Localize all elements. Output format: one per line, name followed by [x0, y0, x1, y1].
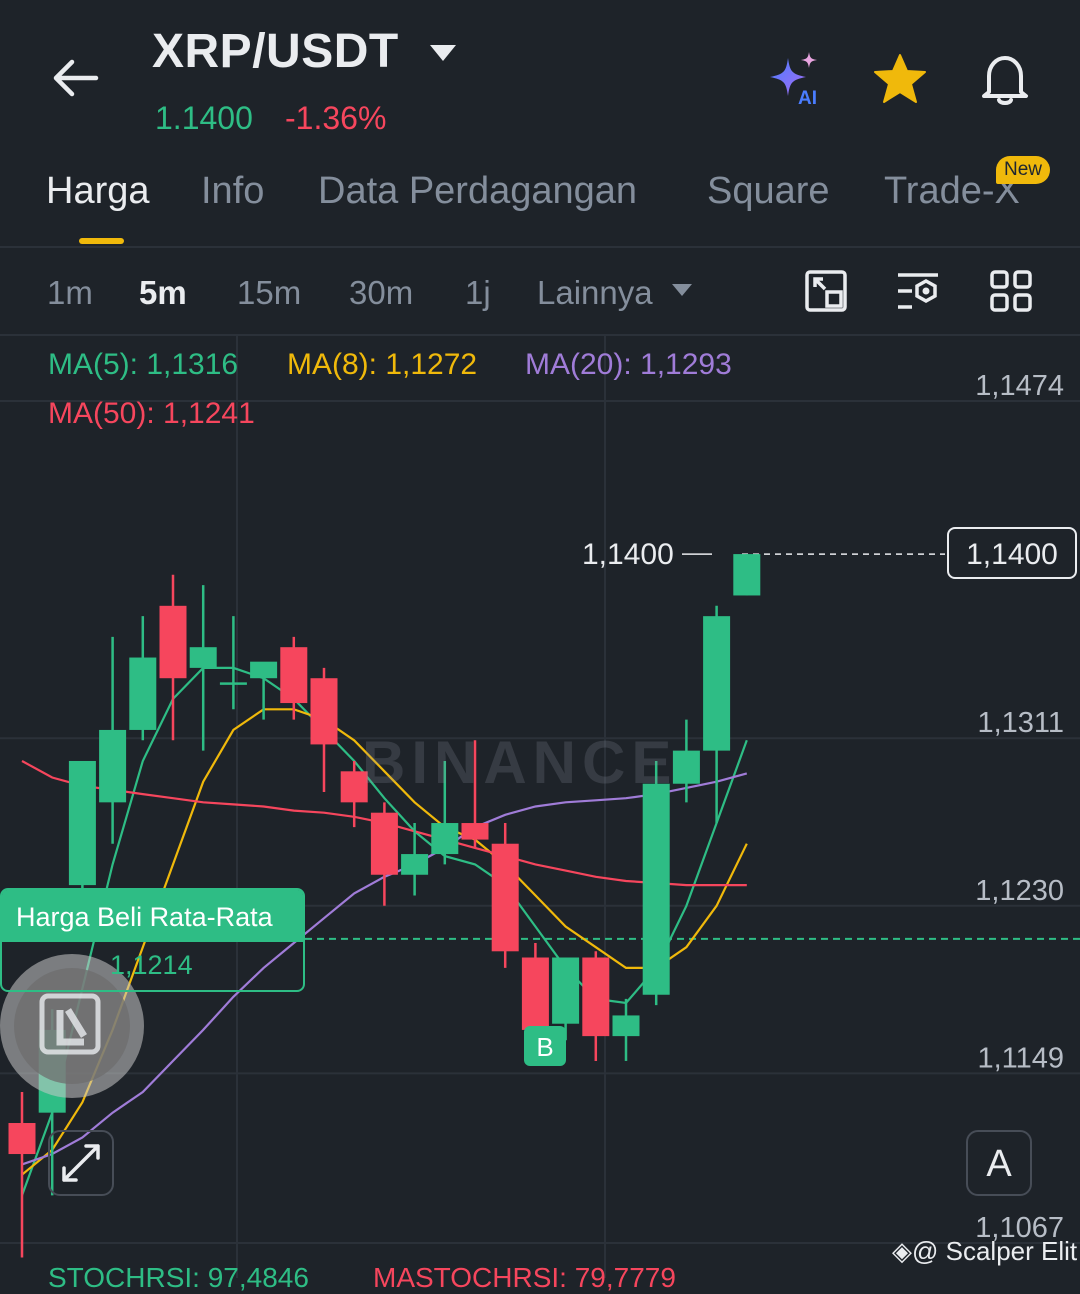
candle [189, 585, 217, 751]
y-axis-label: 1,1474 [975, 370, 1064, 402]
interval-1j[interactable]: 1j [465, 274, 491, 312]
auto-scale-button[interactable]: A [966, 1130, 1032, 1196]
candle [219, 616, 247, 710]
candle-body [642, 783, 670, 995]
interval-5m[interactable]: 5m [139, 274, 187, 312]
candle-body [159, 605, 187, 679]
candle [310, 667, 338, 793]
candle-body [431, 823, 459, 855]
ai-sparkle-icon[interactable]: AI [766, 50, 828, 109]
interval-more[interactable]: Lainnya [537, 274, 653, 312]
ma5-legend: MA(5): 1,1316 [48, 348, 239, 381]
last-price: 1.1400 [155, 100, 253, 136]
candle-body [189, 647, 217, 668]
tab-harga[interactable]: Harga [46, 170, 150, 213]
tab-info[interactable]: Info [201, 170, 264, 213]
more-dropdown-icon[interactable] [670, 282, 694, 298]
candle-body [68, 760, 96, 886]
last-price-marker: 1,1400 [582, 538, 674, 571]
candle-body [461, 823, 489, 840]
expand-icon [62, 1144, 100, 1182]
interval-30m[interactable]: 30m [349, 274, 413, 312]
candle-body [129, 657, 157, 730]
stochrsi-label: STOCHRSI: 97,4846 [48, 1262, 309, 1293]
indicator-settings-icon[interactable] [895, 268, 941, 314]
pair-dropdown-icon[interactable] [428, 42, 458, 64]
back-button[interactable] [48, 52, 104, 104]
candle [733, 554, 761, 596]
candle [642, 760, 670, 1006]
tab-square[interactable]: Square [707, 170, 830, 213]
candle-body [733, 554, 761, 596]
candle-body [612, 1015, 640, 1037]
candle-body [582, 957, 610, 1037]
binance-watermark: BINANCE [362, 729, 678, 796]
candle [250, 661, 278, 720]
candle-body [521, 957, 549, 1030]
candle-body [703, 616, 731, 751]
candle-body [310, 678, 338, 745]
candle [129, 616, 157, 741]
y-axis-label: 1,1149 [977, 1042, 1064, 1074]
back-arrow-icon [53, 59, 99, 97]
binance-logo-icon: ◈ [892, 1236, 912, 1266]
divider [0, 246, 1080, 248]
grid-view-icon[interactable] [988, 268, 1034, 314]
interval-1m[interactable]: 1m [47, 274, 93, 312]
star-icon[interactable] [872, 52, 928, 106]
buy-marker[interactable]: B [524, 1026, 566, 1066]
price-chart[interactable]: 1,14741,13111,12301,11491,1067 [0, 336, 1080, 1278]
candle-body [219, 682, 247, 685]
candle-body [280, 647, 308, 704]
candle-body [8, 1123, 36, 1155]
interval-15m[interactable]: 15m [237, 274, 301, 312]
candle [99, 636, 127, 844]
candle-body [99, 729, 127, 803]
floating-app-icon [38, 992, 106, 1060]
active-tab-indicator [79, 238, 124, 244]
ma50-legend: MA(50): 1,1241 [48, 397, 255, 430]
ma20-legend: MA(20): 1,1293 [525, 348, 732, 381]
last-price-tag[interactable]: 1,1400 [947, 527, 1077, 579]
candle [159, 574, 187, 741]
candle [8, 1091, 36, 1258]
candle [703, 605, 731, 824]
average-buy-price-box: Harga Beli Rata-Rata 1,1214 [0, 888, 305, 992]
mastochrsi-label: MASTOCHRSI: 79,7779 [373, 1262, 676, 1293]
ma8-legend: MA(8): 1,1272 [287, 348, 478, 381]
new-badge: New [996, 156, 1051, 184]
ai-label: AI [798, 88, 817, 108]
candle-body [401, 854, 429, 875]
bell-icon[interactable] [976, 50, 1034, 108]
y-axis-label: 1,1311 [977, 707, 1064, 739]
tab-data-perdagangan[interactable]: Data Perdagangan [318, 170, 637, 213]
chart-layout-icon[interactable] [803, 268, 849, 314]
average-buy-title: Harga Beli Rata-Rata [2, 890, 303, 942]
price-change: -1.36% [285, 100, 387, 136]
candle-body [370, 812, 398, 875]
candle [370, 802, 398, 906]
pair-title[interactable]: XRP/USDT [152, 24, 399, 79]
candle-body [491, 843, 519, 952]
candle [612, 998, 640, 1061]
fullscreen-button[interactable] [48, 1130, 114, 1196]
candle-body [250, 661, 278, 679]
average-buy-value: 1,1214 [110, 950, 193, 980]
y-axis-label: 1,1230 [975, 875, 1064, 907]
candle [491, 823, 519, 968]
candle-body [552, 957, 580, 1024]
credit-label: ◈@ Scalper Elit [892, 1236, 1078, 1266]
